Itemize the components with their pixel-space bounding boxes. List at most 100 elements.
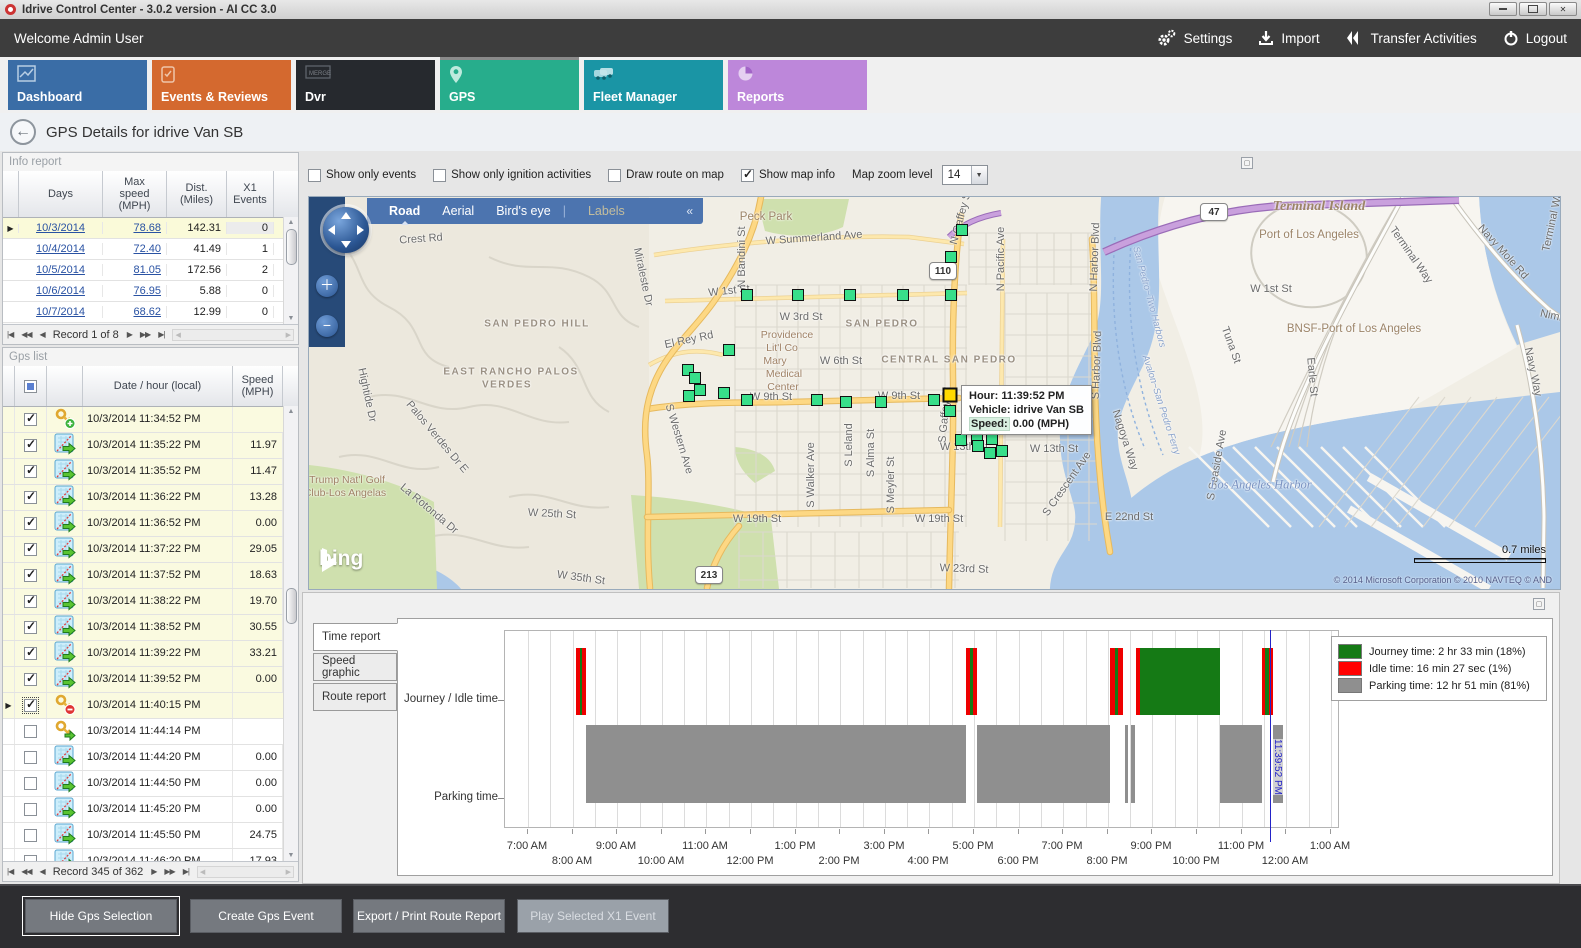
- row-checkbox[interactable]: [24, 439, 37, 452]
- gps-point-marker[interactable]: [683, 390, 695, 402]
- gps-point-marker[interactable]: [972, 440, 984, 452]
- row-checkbox[interactable]: [24, 751, 37, 764]
- gps-point-marker[interactable]: [956, 224, 968, 236]
- gps-row[interactable]: 10/3/2014 11:45:20 PM0.00: [3, 797, 298, 823]
- gps-row[interactable]: 10/3/2014 11:36:52 PM0.00: [3, 511, 298, 537]
- option-show-only-events[interactable]: Show only events: [308, 169, 416, 182]
- gps-row[interactable]: 10/3/2014 11:37:22 PM29.05: [3, 537, 298, 563]
- column-header[interactable]: Days: [19, 171, 103, 217]
- back-button[interactable]: ←: [10, 119, 36, 145]
- table-row[interactable]: 10/5/201481.05172.562: [3, 260, 298, 281]
- gps-row[interactable]: 10/3/2014 11:39:52 PM0.00: [3, 667, 298, 693]
- gps-point-marker[interactable]: [996, 445, 1008, 457]
- gps-point-marker[interactable]: [840, 396, 852, 408]
- gps-point-marker[interactable]: [955, 434, 967, 446]
- map-nav-collapse-button[interactable]: «: [686, 204, 693, 218]
- row-checkbox[interactable]: [24, 777, 37, 790]
- pager-hscroll[interactable]: ◀▶: [197, 866, 294, 878]
- day-link[interactable]: 10/7/2014: [36, 306, 85, 318]
- gps-point-marker[interactable]: [875, 396, 887, 408]
- gps-row[interactable]: 10/3/2014 11:36:22 PM13.28: [3, 485, 298, 511]
- gps-row[interactable]: 10/3/2014 11:35:52 PM11.47: [3, 459, 298, 485]
- map-style-aerial[interactable]: Aerial: [442, 204, 474, 218]
- max-speed-link[interactable]: 78.68: [133, 222, 161, 234]
- pager-first[interactable]: |◀: [7, 867, 13, 876]
- gps-point-marker[interactable]: [984, 447, 996, 459]
- report-tab-speed-graphic[interactable]: Speed graphic: [313, 653, 397, 681]
- pager-fast-prev[interactable]: ◀◀: [21, 330, 31, 339]
- date-column-header[interactable]: Date / hour (local): [83, 366, 233, 406]
- tab-dvr[interactable]: MERGEDvr: [296, 60, 435, 110]
- gps-row[interactable]: 10/3/2014 11:44:20 PM0.00: [3, 745, 298, 771]
- map-style-labels[interactable]: Labels: [588, 204, 625, 218]
- pager-fast-prev[interactable]: ◀◀: [21, 867, 31, 876]
- row-checkbox[interactable]: [24, 413, 37, 426]
- tab-fleet-manager[interactable]: Fleet Manager: [584, 60, 723, 110]
- info-report-scrollbar[interactable]: ▲ ▼: [283, 217, 298, 324]
- pager-last[interactable]: ▶|: [158, 330, 164, 339]
- gps-row[interactable]: 10/3/2014 11:45:50 PM24.75: [3, 823, 298, 849]
- day-link[interactable]: 10/3/2014: [36, 222, 85, 234]
- row-checkbox[interactable]: [24, 517, 37, 530]
- gps-row[interactable]: 10/3/2014 11:44:50 PM0.00: [3, 771, 298, 797]
- row-checkbox[interactable]: [24, 803, 37, 816]
- row-checkbox[interactable]: [24, 829, 37, 842]
- maximize-button[interactable]: [1519, 2, 1547, 16]
- gps-point-marker[interactable]: [723, 344, 735, 356]
- map-style-road[interactable]: Road: [389, 204, 420, 218]
- row-checkbox[interactable]: [24, 491, 37, 504]
- tab-reports[interactable]: Reports: [728, 60, 867, 110]
- gps-point-marker[interactable]: [694, 384, 706, 396]
- pager-fast-next[interactable]: ▶▶: [140, 330, 150, 339]
- row-checkbox[interactable]: [24, 725, 37, 738]
- pager-hscroll[interactable]: ◀▶: [172, 329, 294, 341]
- table-row[interactable]: 10/7/201468.6212.990: [3, 302, 298, 323]
- option-show-map-info[interactable]: Show map info: [741, 169, 835, 182]
- row-checkbox[interactable]: [24, 699, 37, 712]
- gps-row[interactable]: 10/3/2014 11:37:52 PM18.63: [3, 563, 298, 589]
- max-speed-link[interactable]: 68.62: [133, 306, 161, 318]
- gps-point-marker[interactable]: [945, 251, 957, 263]
- gps-row[interactable]: ▶10/3/2014 11:40:15 PM: [3, 693, 298, 719]
- minimize-button[interactable]: [1489, 2, 1517, 16]
- row-checkbox[interactable]: [24, 595, 37, 608]
- column-header[interactable]: Max speed (MPH): [103, 171, 167, 217]
- option-checkbox[interactable]: [433, 169, 446, 182]
- report-tab-route-report[interactable]: Route report: [313, 683, 397, 711]
- day-link[interactable]: 10/6/2014: [36, 285, 85, 297]
- gps-row[interactable]: 10/3/2014 11:38:22 PM19.70: [3, 589, 298, 615]
- tab-events-reviews[interactable]: Events & Reviews: [152, 60, 291, 110]
- bing-map[interactable]: Peck ParkCrest RdW Summerland AveMirales…: [308, 196, 1561, 590]
- option-draw-route-on-map[interactable]: Draw route on map: [608, 169, 724, 182]
- export-print-route-report-button[interactable]: Export / Print Route Report: [353, 899, 505, 933]
- pager-last[interactable]: ▶|: [183, 867, 189, 876]
- map-panel-toggle-button[interactable]: ▢: [1241, 157, 1253, 169]
- pager-prev[interactable]: ◀: [40, 330, 45, 339]
- gps-point-marker[interactable]: [741, 394, 753, 406]
- gps-point-marker[interactable]: [811, 394, 823, 406]
- gps-point-marker[interactable]: [928, 394, 940, 406]
- pager-next[interactable]: ▶: [151, 867, 156, 876]
- speed-column-header[interactable]: Speed (MPH): [233, 366, 283, 406]
- close-button[interactable]: ✕: [1549, 2, 1577, 16]
- gps-row[interactable]: 10/3/2014 11:34:52 PM: [3, 407, 298, 433]
- hide-gps-selection-button[interactable]: Hide Gps Selection: [25, 899, 177, 933]
- gps-point-marker[interactable]: [897, 289, 909, 301]
- gps-point-marker[interactable]: [741, 289, 753, 301]
- gps-row[interactable]: 10/3/2014 11:39:22 PM33.21: [3, 641, 298, 667]
- column-header[interactable]: Dist. (Miles): [167, 171, 227, 217]
- gps-point-marker[interactable]: [945, 289, 957, 301]
- select-all-header[interactable]: [15, 366, 47, 406]
- option-checkbox[interactable]: [608, 169, 621, 182]
- pager-prev[interactable]: ◀: [40, 867, 45, 876]
- option-checkbox[interactable]: [308, 169, 321, 182]
- gps-point-marker[interactable]: [792, 289, 804, 301]
- pager-next[interactable]: ▶: [127, 330, 132, 339]
- chart-panel-toggle-button[interactable]: ▢: [1533, 598, 1545, 610]
- row-checkbox[interactable]: [24, 465, 37, 478]
- pager-fast-next[interactable]: ▶▶: [164, 867, 174, 876]
- gps-list-scrollbar[interactable]: ▲ ▼: [283, 406, 298, 861]
- option-show-only-ignition-activities[interactable]: Show only ignition activities: [433, 169, 591, 182]
- day-link[interactable]: 10/5/2014: [36, 264, 85, 276]
- selected-gps-point-marker[interactable]: [943, 388, 958, 403]
